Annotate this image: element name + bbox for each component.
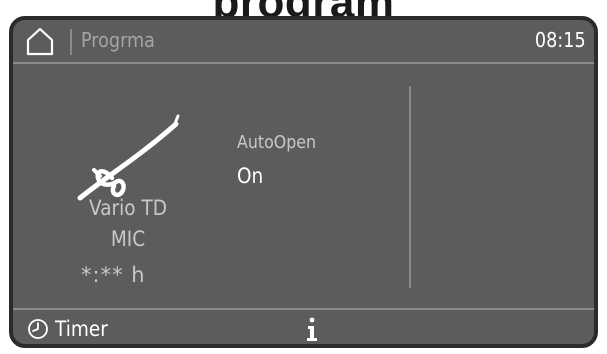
top-bar: Progrma 08:15	[13, 20, 594, 64]
program-name-line1: Vario TD	[89, 196, 167, 220]
autoopen-label: AutoOpen	[237, 132, 317, 153]
timer-label: Timer	[55, 317, 108, 341]
program-panel: Vario TD MIC *:** h AutoOpen On	[13, 64, 594, 308]
info-icon	[307, 317, 317, 341]
content-divider	[409, 86, 411, 288]
vario-td-instrument-icon	[77, 114, 180, 201]
topbar-separator	[70, 29, 72, 55]
home-icon	[26, 27, 54, 56]
clock-icon	[28, 319, 48, 339]
info-button[interactable]	[303, 316, 321, 342]
device-display: Progrma 08:15 Vario TD MIC *:** h AutoOp…	[9, 16, 598, 348]
screen-title: Progrma	[81, 28, 155, 52]
clock-time: 08:15	[535, 28, 586, 52]
program-duration: *:** h	[81, 263, 146, 287]
home-button[interactable]	[25, 26, 55, 56]
program-name-line2: MIC	[110, 227, 146, 251]
bottom-bar: Timer	[13, 308, 594, 344]
timer-button[interactable]: Timer	[27, 314, 115, 344]
autoopen-value[interactable]: On	[237, 164, 263, 188]
